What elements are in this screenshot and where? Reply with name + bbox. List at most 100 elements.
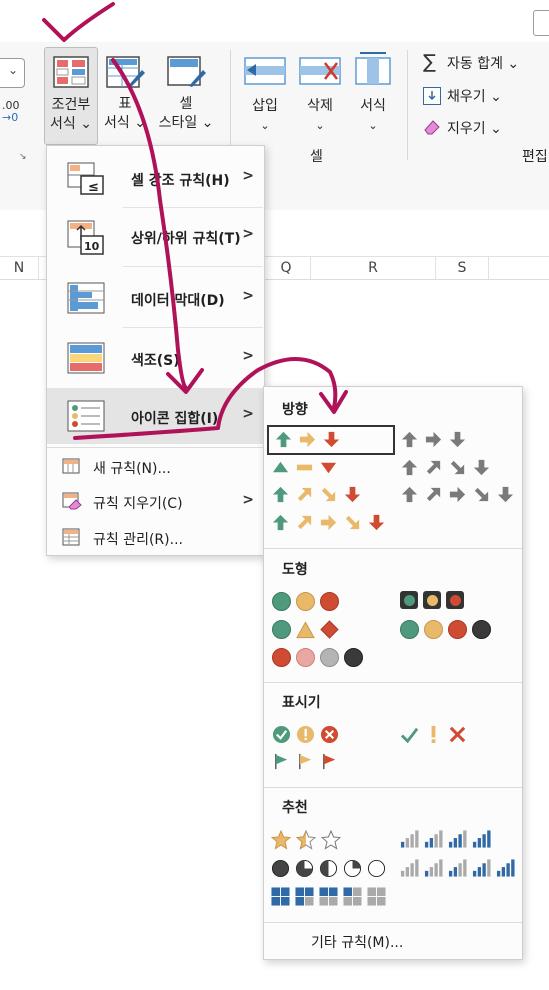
menu-item-manage-rules[interactable]: 규칙 관리(R)... [47,524,264,552]
menu-item-icon-sets[interactable]: 아이콘 집합(I) > [47,388,264,444]
conditional-formatting-button[interactable]: 조건부 서식 ⌄ [44,47,98,145]
quarter-empty-icon [367,859,386,878]
yellow-triangle-icon [296,620,315,638]
menu-divider [123,266,263,267]
group-separator [230,50,231,160]
icon-set-4-ratings[interactable] [400,830,491,848]
boxes-3-icon [295,887,314,906]
format-as-table-icon [106,56,146,88]
conditional-formatting-label: 조건부 [51,97,91,113]
icon-set-4-arrows-colored[interactable] [271,485,362,504]
color-scales-icon [67,342,105,374]
menu-divider [264,922,522,923]
icon-set-3-traffic-lights-rimmed[interactable] [400,591,464,609]
number-format-dropdown[interactable]: ⌄ [0,58,25,88]
pink-circle-icon [296,648,315,667]
arrow-down-icon [472,458,491,477]
more-rules-button[interactable]: 기타 규칙(M)... [264,927,522,955]
icon-set-5-arrows-colored[interactable] [271,513,386,532]
menu-item-new-rule[interactable]: 새 규칙(N)... [47,453,264,481]
group-separator [407,50,408,160]
icon-set-5-arrows-gray[interactable] [400,485,515,504]
rimmed-yellow-icon [423,591,441,609]
icon-set-3-signs[interactable] [272,620,339,639]
arrow-down-icon [322,430,341,449]
format-as-table-label: 표 [118,96,132,112]
icon-set-3-symbols-circled[interactable] [272,725,339,744]
column-header-t[interactable] [489,257,549,279]
gray-circle-icon [320,648,339,667]
icon-set-5-boxes[interactable] [271,887,386,906]
signal-bars-4-icon [496,859,515,877]
menu-divider [264,682,522,683]
red-flag-icon [323,753,336,770]
arrow-up-icon [274,430,293,449]
icon-set-red-to-black[interactable] [272,648,363,667]
share-button[interactable] [533,10,549,36]
arrow-down-icon [343,485,362,504]
menu-divider [264,548,522,549]
delete-button[interactable]: 삭제 ⌄ [295,50,345,140]
quarter-half-icon [319,859,338,878]
chevron-right-icon: > [242,288,254,304]
column-header-n[interactable]: N [0,257,39,279]
format-as-table-label-2: 서식 ⌄ [104,115,146,131]
column-header-s[interactable]: S [436,257,489,279]
dialog-launcher-icon[interactable]: ↘ [19,152,27,162]
green-circle-icon [272,620,291,639]
icon-set-3-stars[interactable] [271,830,341,850]
arrow-down-right-icon [448,458,467,477]
menu-item-top-bottom-rules[interactable]: 10 상위/하위 규칙(T) > [47,218,264,258]
insert-button[interactable]: 삽입 ⌄ [240,50,290,140]
icon-set-3-traffic-lights[interactable] [272,592,339,611]
column-header-q[interactable]: Q [262,257,311,279]
rimmed-red-icon [446,591,464,609]
arrow-up-right-icon [424,458,443,477]
icon-set-3-flags[interactable] [272,752,339,771]
conditional-formatting-menu: ≤ 셀 강조 규칙(H) > 10 상위/하위 규칙(T) > 데이터 막대(D… [46,145,265,556]
menu-item-label: 데이터 막대(D) [131,293,225,309]
arrow-down-icon [496,485,515,504]
menu-item-label: 색조(S) [131,353,180,369]
format-cells-button[interactable]: 서식 ⌄ [348,50,398,140]
x-circle-icon [320,725,339,744]
exclamation-icon [431,725,436,744]
triangle-down-icon [320,462,337,474]
icon-set-3-arrows-gray[interactable] [400,430,467,449]
decrease-decimal-button[interactable]: .00 →0 [2,100,20,124]
icon-set-3-triangles[interactable] [271,458,338,477]
icon-set-5-quarters[interactable] [271,859,386,878]
cell-styles-button[interactable]: 셀 스타일 ⌄ [153,47,219,143]
fill-label: 채우기 ⌄ [447,89,502,105]
svg-text:10: 10 [84,240,100,253]
column-header-r[interactable]: R [311,257,436,279]
highlight-cells-icon: ≤ [67,162,105,196]
menu-item-color-scales[interactable]: 색조(S) > [47,340,264,380]
icon-set-4-arrows-gray[interactable] [400,458,491,477]
icon-set-3-symbols[interactable] [400,725,467,744]
check-circle-icon [272,725,291,744]
chevron-right-icon: > [242,348,254,364]
menu-item-highlight-cells-rules[interactable]: ≤ 셀 강조 규칙(H) > [47,160,264,200]
red-circle-icon [272,648,291,667]
boxes-1-icon [343,887,362,906]
icon-set-4-traffic-lights[interactable] [400,620,491,639]
yellow-circle-icon [296,592,315,611]
green-circle-icon [400,620,419,639]
signal-bars-1-icon [424,859,443,877]
arrow-right-icon [448,485,467,504]
decimal-arrow-label: →0 [2,111,19,124]
conditional-formatting-label-2: 서식 ⌄ [50,116,92,132]
icon-sets-submenu: 방향 도형 표시기 추천 기타 규칙(M)... [263,386,523,960]
icon-set-3-arrows-colored[interactable] [267,425,395,455]
boxes-0-icon [367,887,386,906]
manage-rules-icon [62,528,80,546]
menu-item-clear-rules[interactable]: 규칙 지우기(C) > [47,488,264,516]
icon-set-5-ratings[interactable] [400,859,515,877]
menu-item-data-bars[interactable]: 데이터 막대(D) > [47,280,264,320]
cell-styles-icon [167,56,207,88]
arrow-down-icon [448,430,467,449]
arrow-up-icon [400,430,419,449]
format-as-table-button[interactable]: 표 서식 ⌄ [100,47,150,143]
insert-label: 삽입 [252,98,278,114]
